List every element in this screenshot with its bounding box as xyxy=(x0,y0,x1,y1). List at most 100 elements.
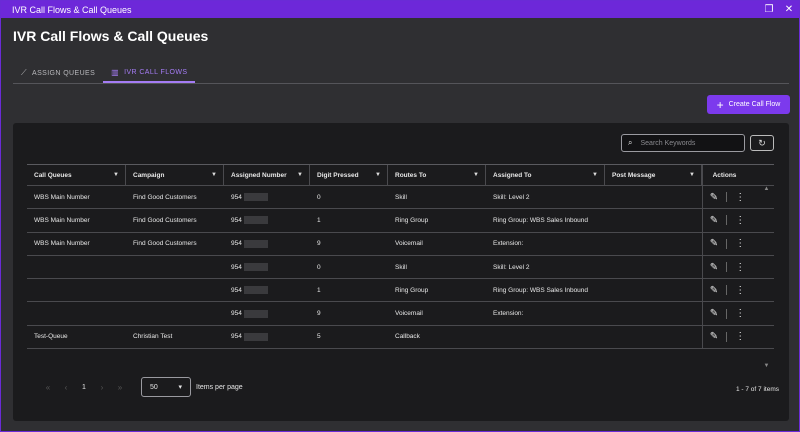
call-flows-panel: ⌕ Search Keywords ↻ Call Queues ▼ Campaig… xyxy=(13,123,789,421)
tab-bar: ⟋ ASSIGN QUEUES ▥ IVR CALL FLOWS xyxy=(13,63,789,84)
table-cell xyxy=(605,326,702,348)
table-cell xyxy=(605,186,702,208)
table-cell: Voicemail xyxy=(395,240,423,248)
table-cell: 954 xyxy=(224,186,310,208)
more-options-icon[interactable]: ⋮ xyxy=(735,238,745,249)
table-cell: Ring Group: WBS Sales Inbound xyxy=(493,216,589,224)
edit-icon[interactable]: ✎ xyxy=(710,308,718,319)
create-call-flow-button[interactable]: + Create Call Flow xyxy=(707,95,790,114)
plus-icon: + xyxy=(716,97,724,112)
tab-assign-queues[interactable]: ⟋ ASSIGN QUEUES xyxy=(13,63,103,83)
first-page-icon[interactable]: « xyxy=(39,383,57,392)
divider xyxy=(726,285,728,296)
column-header-assigned-to[interactable]: Assigned To ▼ xyxy=(486,165,605,185)
more-options-icon[interactable]: ⋮ xyxy=(735,331,745,342)
divider xyxy=(726,215,728,226)
column-header-assigned-number[interactable]: Assigned Number ▼ xyxy=(224,165,310,185)
filter-icon[interactable]: ▼ xyxy=(689,172,695,178)
more-options-icon[interactable]: ⋮ xyxy=(735,192,745,203)
table-cell xyxy=(126,302,224,324)
table-cell: Skill: Level 2 xyxy=(493,193,530,201)
edit-icon[interactable]: ✎ xyxy=(710,262,718,273)
table-cell: Callback xyxy=(395,333,420,341)
table-cell xyxy=(126,279,224,301)
tab-label: IVR CALL FLOWS xyxy=(124,68,188,76)
restore-icon[interactable]: ❐ xyxy=(759,1,779,18)
last-page-icon[interactable]: » xyxy=(111,383,129,392)
more-options-icon[interactable]: ⋮ xyxy=(735,285,745,296)
redacted-number xyxy=(243,263,268,272)
search-icon: ⌕ xyxy=(628,138,633,147)
redacted-number xyxy=(243,309,268,318)
scroll-down-icon[interactable]: ▼ xyxy=(761,363,772,369)
edit-icon[interactable]: ✎ xyxy=(710,192,718,203)
filter-icon[interactable]: ▼ xyxy=(592,172,598,178)
refresh-button[interactable]: ↻ xyxy=(750,135,774,151)
filter-icon[interactable]: ▼ xyxy=(297,172,303,178)
chevron-down-icon: ▾ xyxy=(178,384,182,391)
page-number[interactable]: 1 xyxy=(75,384,93,391)
table-cell xyxy=(486,326,605,348)
column-header-call-queues[interactable]: Call Queues ▼ xyxy=(27,165,126,185)
more-options-icon[interactable]: ⋮ xyxy=(735,262,745,273)
edit-icon[interactable]: ✎ xyxy=(710,285,718,296)
items-per-page-label: Items per page xyxy=(196,383,243,391)
table-row: Test-Queue Christian Test 954 5 Callback ✎ ⋮ xyxy=(27,325,774,350)
table-cell: 0 xyxy=(317,193,321,201)
column-header-routes-to[interactable]: Routes To ▼ xyxy=(388,165,486,185)
page-size-select[interactable]: 50 ▾ xyxy=(141,377,191,397)
create-call-flow-label: Create Call Flow xyxy=(728,101,781,108)
table-cell: Ring Group xyxy=(395,216,429,224)
table-cell: Find Good Customers xyxy=(133,193,197,201)
column-header-digit-pressed[interactable]: Digit Pressed ▼ xyxy=(310,165,388,185)
column-header-post-message[interactable]: Post Message ▼ xyxy=(605,165,702,185)
prev-page-icon[interactable]: ‹ xyxy=(57,383,75,392)
table-scrollbar[interactable]: ▲ ▼ xyxy=(761,186,772,373)
table-header-row: Call Queues ▼ Campaign ▼ Assigned Number ▼ … xyxy=(27,165,774,186)
table-cell xyxy=(126,256,224,278)
filter-icon[interactable]: ▼ xyxy=(375,172,381,178)
column-header-actions: Actions xyxy=(702,165,752,185)
table-cell: 9 xyxy=(317,310,321,318)
row-actions: ✎ ⋮ xyxy=(702,302,752,325)
table-cell: Ring Group: WBS Sales Inbound xyxy=(493,286,589,294)
more-options-icon[interactable]: ⋮ xyxy=(735,308,745,319)
table-cell: 954 xyxy=(224,326,310,348)
tab-ivr-call-flows[interactable]: ▥ IVR CALL FLOWS xyxy=(103,63,196,83)
table-cell: Skill xyxy=(395,193,407,201)
next-page-icon[interactable]: › xyxy=(93,383,111,392)
redacted-number xyxy=(243,193,268,202)
table-row: 954 0 Skill Skill: Level 2 ✎ ⋮ xyxy=(27,255,774,280)
table-cell xyxy=(27,256,126,278)
redacted-number xyxy=(243,332,268,341)
chart-line-icon: ⟋ xyxy=(21,68,27,77)
column-header-campaign[interactable]: Campaign ▼ xyxy=(126,165,224,185)
call-flows-table: Call Queues ▼ Campaign ▼ Assigned Number ▼ … xyxy=(27,164,774,350)
table-row: WBS Main Number Find Good Customers 954 0 Sk… xyxy=(27,186,774,210)
table-cell: Voicemail xyxy=(395,310,423,318)
table-cell xyxy=(605,256,702,278)
edit-icon[interactable]: ✎ xyxy=(710,331,718,342)
row-actions: ✎ ⋮ xyxy=(702,232,752,255)
table-cell: 954 xyxy=(224,302,310,324)
more-options-icon[interactable]: ⋮ xyxy=(735,215,745,226)
table-cell: WBS Main Number xyxy=(34,240,90,248)
row-actions: ✎ ⋮ xyxy=(702,255,752,279)
close-icon[interactable]: ✕ xyxy=(779,1,799,18)
table-cell: Skill xyxy=(395,263,407,271)
edit-icon[interactable]: ✎ xyxy=(710,215,718,226)
table-cell: 954 xyxy=(224,209,310,231)
table-cell: Extension: xyxy=(493,240,524,248)
table-cell xyxy=(27,279,126,301)
filter-icon[interactable]: ▼ xyxy=(211,172,217,178)
filter-icon[interactable]: ▼ xyxy=(473,172,479,178)
divider xyxy=(726,262,728,273)
table-cell: 954 xyxy=(224,233,310,255)
edit-icon[interactable]: ✎ xyxy=(710,238,718,249)
redacted-number xyxy=(243,286,268,295)
table-cell: 954 xyxy=(224,279,310,301)
search-input[interactable]: ⌕ Search Keywords xyxy=(621,134,745,152)
table-cell: Ring Group xyxy=(395,286,429,294)
table-cell: Extension: xyxy=(493,310,524,318)
filter-icon[interactable]: ▼ xyxy=(113,172,119,178)
